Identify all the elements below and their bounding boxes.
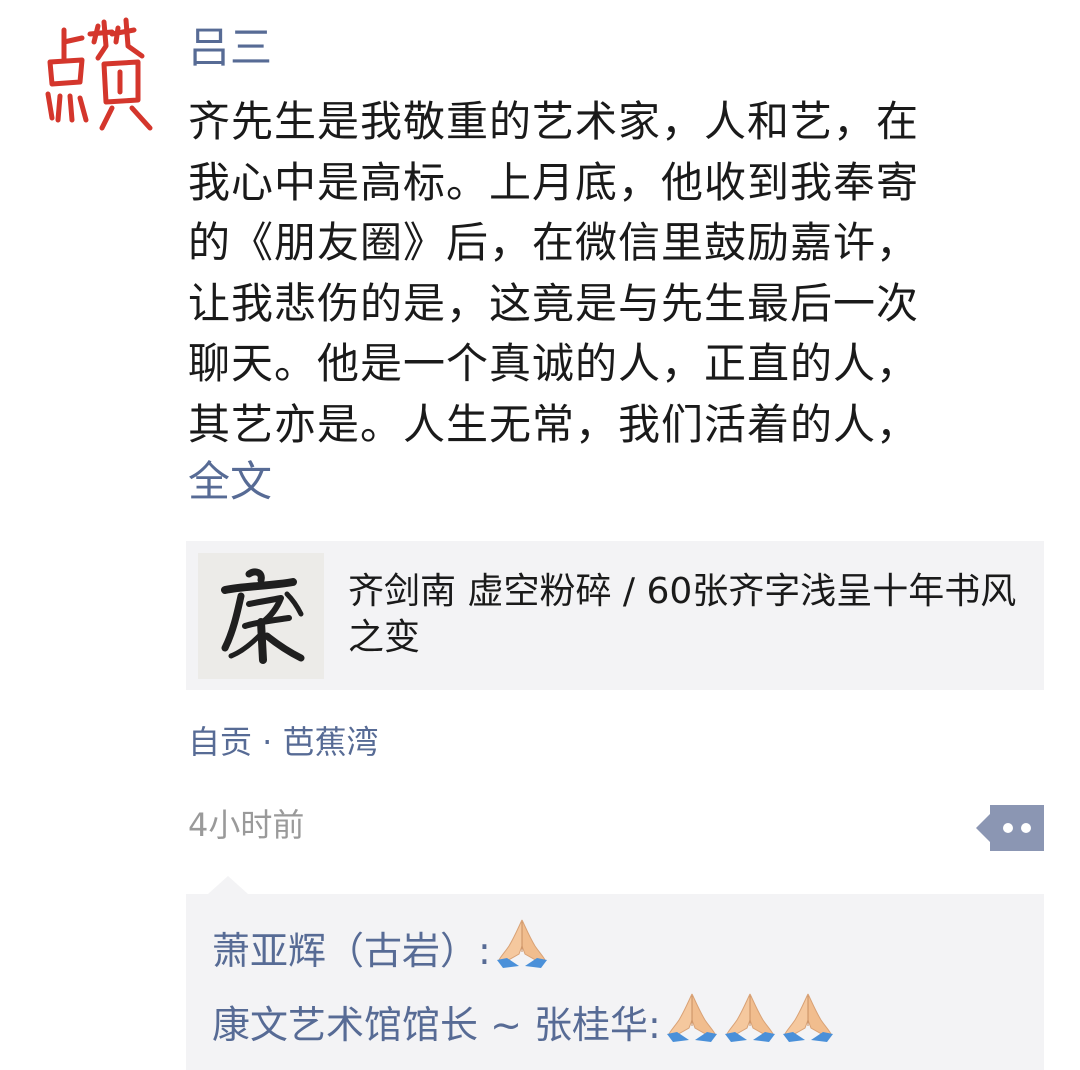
comment-separator: :	[478, 929, 491, 973]
folded-hands-emoji-icon	[665, 990, 719, 1057]
more-actions-tip	[976, 814, 990, 842]
folded-hands-emoji-icon	[723, 990, 777, 1057]
full-text-link[interactable]: 全文	[188, 452, 272, 512]
comment-author[interactable]: 康文艺术馆馆长 ~ 张桂华	[212, 1003, 648, 1047]
post-text-line: 让我悲伤的是，这竟是与先生最后一次	[188, 278, 920, 328]
post-text-line: 其艺亦是。人生无常，我们活着的人，	[188, 399, 920, 449]
folded-hands-emoji-icon	[495, 916, 549, 983]
share-thumbnail	[198, 553, 324, 679]
comments-panel: 萧亚辉（古岩）: 康文艺术馆馆长 ~ 张桂华:	[186, 894, 1044, 1070]
comment-separator: :	[648, 1003, 661, 1047]
avatar-calligraphy-icon	[45, 17, 153, 131]
post-location[interactable]: 自贡 · 芭蕉湾	[188, 720, 379, 764]
comment-author[interactable]: 萧亚辉（古岩）	[212, 929, 478, 973]
post-text-line: 我心中是高标。上月底，他收到我奉寄	[188, 157, 920, 207]
post-text-line: 的《朋友圈》后，在微信里鼓励嘉许，	[188, 218, 920, 267]
comment-item[interactable]: 康文艺术馆馆长 ~ 张桂华:	[212, 990, 835, 1057]
share-card-title: 齐剑南 虚空粉碎 / 60张齐字浅呈十年书风之变	[348, 571, 1017, 658]
post-username[interactable]: 吕三	[188, 20, 272, 76]
post-text-line: 齐先生是我敬重的艺术家，人和艺，在	[188, 97, 920, 146]
share-card[interactable]: 齐剑南 虚空粉碎 / 60张齐字浅呈十年书风之变	[186, 541, 1044, 690]
avatar[interactable]	[42, 16, 158, 136]
dot	[1021, 823, 1031, 833]
more-actions-icon	[990, 805, 1044, 851]
post-text-line: 聊天。他是一个真诚的人，正直的人，	[188, 339, 920, 388]
post-text: 齐先生是我敬重的艺术家，人和艺，在 我心中是高标。上月底，他收到我奉寄 的《朋友…	[188, 92, 1018, 455]
more-actions-button[interactable]	[976, 805, 1044, 851]
comments-arrow	[208, 876, 248, 894]
post-timestamp: 4小时前	[188, 806, 305, 844]
dot	[1003, 823, 1013, 833]
comment-item[interactable]: 萧亚辉（古岩）:	[212, 916, 549, 983]
calligraphy-thumbnail-icon	[221, 568, 305, 664]
folded-hands-emoji-icon	[781, 990, 835, 1057]
